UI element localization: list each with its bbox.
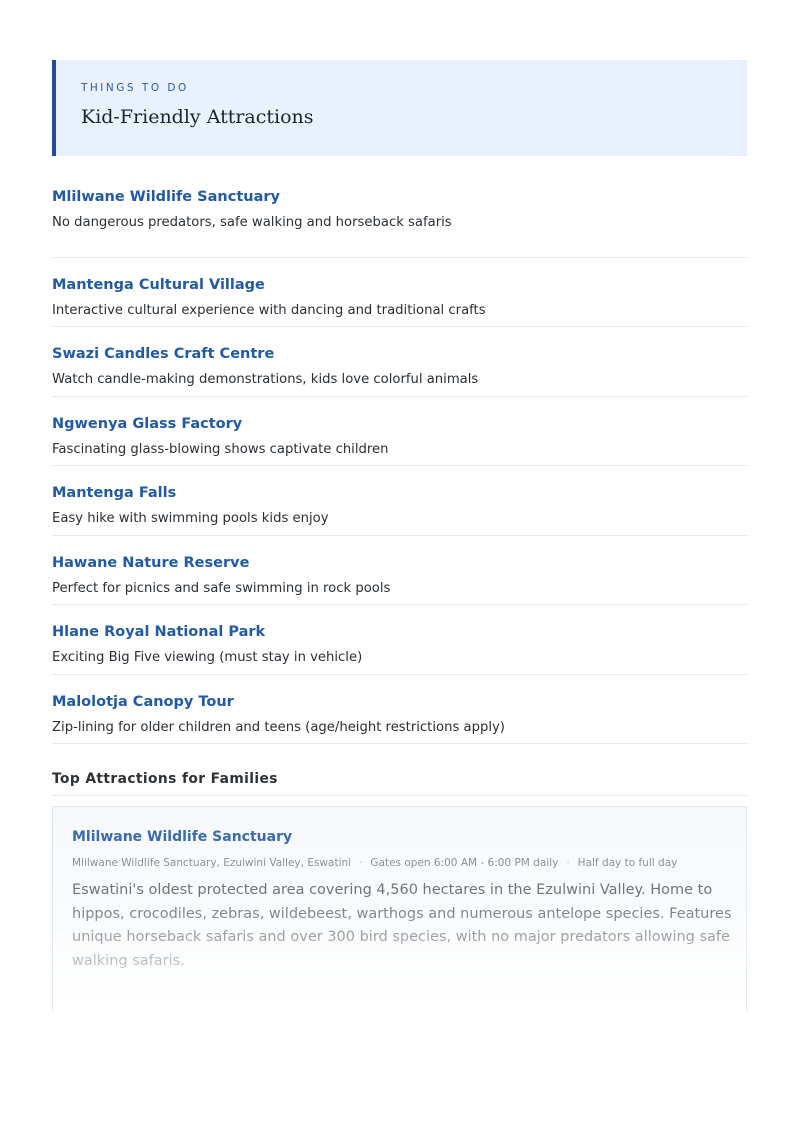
attraction-description: Zip-lining for older children and teens … [52,719,505,735]
attraction-description: Perfect for picnics and safe swimming in… [52,580,391,596]
attraction-description: Interactive cultural experience with dan… [52,302,486,318]
card-title[interactable]: Mlilwane Wildlife Sanctuary [72,829,746,845]
attraction-name[interactable]: Mantenga Cultural Village [52,276,747,294]
section-header: THINGS TO DO Kid-Friendly Attractions [52,60,747,156]
attraction-name[interactable]: Ngwenya Glass Factory [52,415,747,433]
page: THINGS TO DO Kid-Friendly Attractions Ml… [52,60,747,1011]
meta-separator: · [566,857,570,869]
attraction-description: Fascinating glass-blowing shows captivat… [52,441,389,457]
attraction-name[interactable]: Malolotja Canopy Tour [52,693,747,711]
card-duration: Half day to full day [577,857,678,869]
attraction-name[interactable]: Mantenga Falls [52,484,747,502]
list-item: Hlane Royal National Park Exciting Big F… [52,605,747,675]
attraction-description: No dangerous predators, safe walking and… [52,215,452,230]
list-item: Mlilwane Wildlife Sanctuary No dangerous… [52,188,747,258]
meta-separator: · [359,857,363,869]
attraction-name[interactable]: Hlane Royal National Park [52,623,747,641]
list-item: Malolotja Canopy Tour Zip-lining for old… [52,675,747,744]
list-item: Hawane Nature Reserve Perfect for picnic… [52,536,747,605]
attractions-list: Mlilwane Wildlife Sanctuary No dangerous… [52,188,747,744]
attraction-description: Easy hike with swimming pools kids enjoy [52,511,329,526]
attraction-description: Watch candle-making demonstrations, kids… [52,372,479,387]
attraction-name[interactable]: Swazi Candles Craft Centre [52,345,747,363]
page-title: Kid-Friendly Attractions [81,106,314,128]
subsection-title: Top Attractions for Families [52,771,747,796]
list-item: Mantenga Falls Easy hike with swimming p… [52,466,747,536]
section-eyebrow: THINGS TO DO [81,82,189,94]
list-item: Ngwenya Glass Factory Fascinating glass-… [52,397,747,466]
list-item: Mantenga Cultural Village Interactive cu… [52,258,747,327]
attraction-name[interactable]: Mlilwane Wildlife Sanctuary [52,188,747,206]
card-hours: Gates open 6:00 AM - 6:00 PM daily [370,857,559,869]
featured-attraction-card: Mlilwane Wildlife Sanctuary Mlilwane Wil… [52,806,747,1011]
attraction-name[interactable]: Hawane Nature Reserve [52,554,747,572]
card-meta: Mlilwane Wildlife Sanctuary, Ezulwini Va… [72,857,746,869]
card-location: Mlilwane Wildlife Sanctuary, Ezulwini Va… [72,857,352,869]
card-description: Eswatini's oldest protected area coverin… [72,882,732,969]
attraction-description: Exciting Big Five viewing (must stay in … [52,650,363,665]
list-item: Swazi Candles Craft Centre Watch candle-… [52,327,747,397]
